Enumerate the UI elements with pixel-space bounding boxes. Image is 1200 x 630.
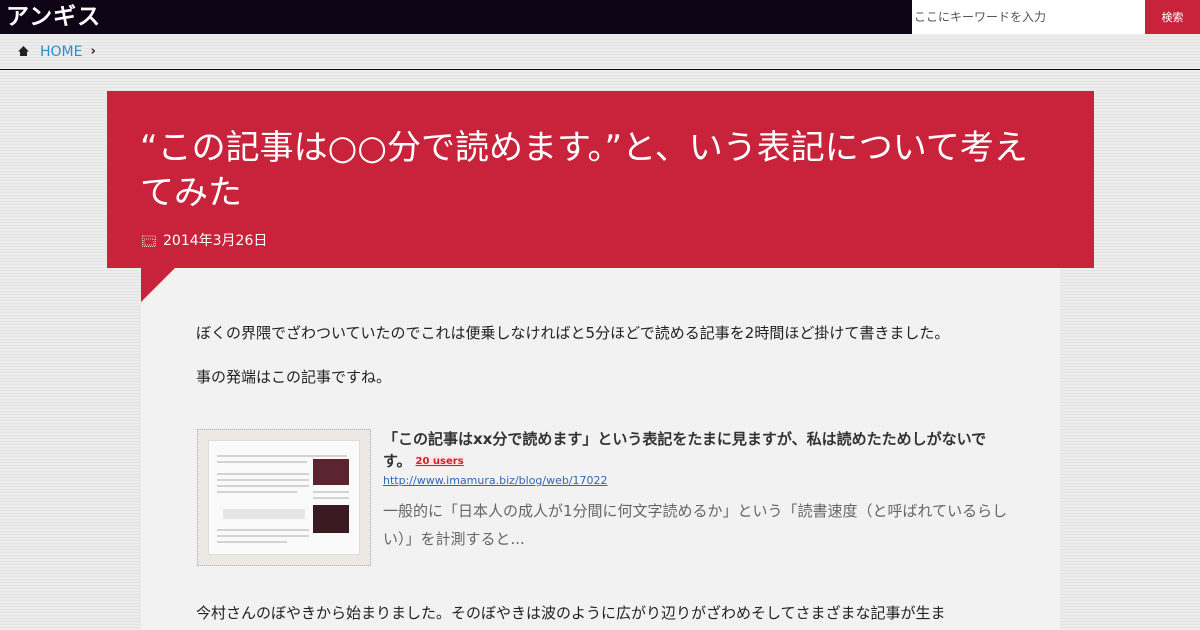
top-bar: アンギス 検索 — [0, 0, 1200, 34]
embed-description: 一般的に「日本人の成人が1分間に何文字読めるか」という「読書速度（と呼ばれている… — [383, 502, 1008, 548]
title-notch — [141, 268, 175, 302]
site-logo[interactable]: アンギス — [6, 4, 101, 30]
calendar-icon — [142, 235, 156, 247]
breadcrumb: HOME › — [0, 34, 1200, 70]
paragraph-3: 今村さんのぼやきから始まりました。そのぼやきは波のように広がり辺りがざわめそして… — [196, 604, 946, 622]
breadcrumb-home-link[interactable]: HOME — [40, 44, 82, 60]
bookmark-users-badge[interactable]: 20 users — [415, 456, 464, 467]
article-title: “この記事は○○分で読めます。”と、いう表記について考えてみた — [140, 128, 1028, 213]
thumbnail-preview — [208, 440, 360, 555]
embed-thumbnail[interactable] — [197, 429, 371, 566]
paragraph-2: 事の発端はこの記事ですね。 — [196, 368, 392, 386]
post-date-text: 2014年3月26日 — [163, 233, 268, 249]
embed-title-text[interactable]: 「この記事はxx分で読めます」という表記をたまに見ますが、私は読めたためしがない… — [383, 430, 986, 470]
post-date: 2014年3月26日 — [142, 230, 267, 250]
embed-url-link[interactable]: http://www.imamura.biz/blog/web/17022 — [383, 474, 608, 487]
home-icon — [18, 46, 29, 56]
paragraph-1: ぼくの界隈でざわついていたのでこれは便乗しなければと5分ほどで読める記事を2時間… — [196, 324, 950, 342]
embed-title[interactable]: 「この記事はxx分で読めます」という表記をたまに見ますが、私は読めたためしがない… — [383, 428, 1008, 473]
search-input[interactable] — [912, 0, 1145, 34]
search-button[interactable]: 検索 — [1145, 0, 1200, 34]
chevron-right-icon: › — [90, 44, 96, 59]
